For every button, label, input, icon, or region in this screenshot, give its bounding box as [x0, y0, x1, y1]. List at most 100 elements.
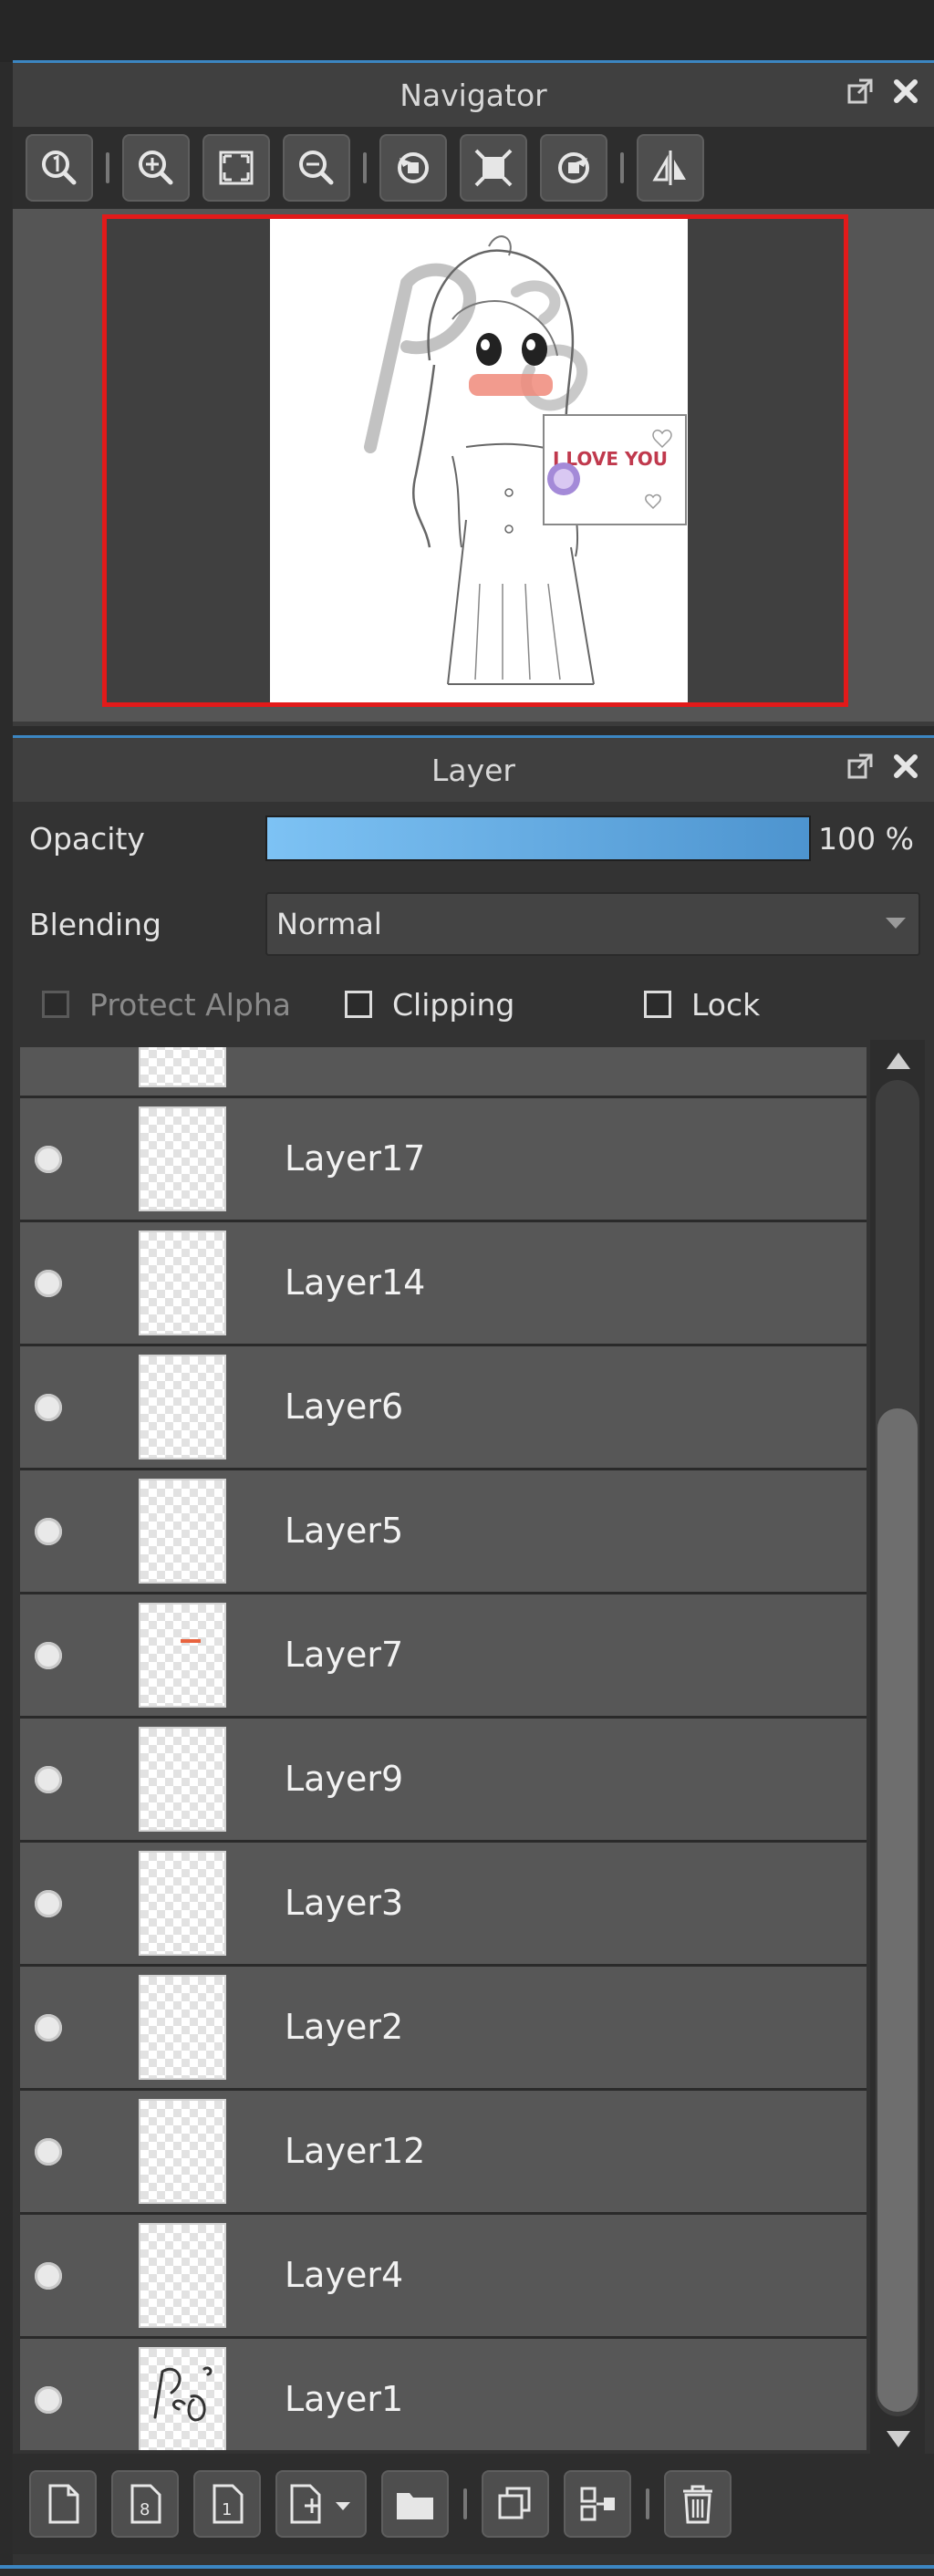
layer-row[interactable]: Layer17 — [20, 1098, 867, 1220]
separator — [620, 152, 624, 183]
layer-panel-title: Layer — [431, 752, 515, 788]
rotate-right-icon[interactable] — [540, 134, 607, 202]
clipping-checkbox[interactable] — [345, 991, 372, 1018]
layer-name: Layer4 — [285, 2255, 404, 2295]
separator — [363, 152, 367, 183]
layer-name: Layer17 — [285, 1138, 426, 1179]
fit-page-icon[interactable] — [460, 134, 527, 202]
opacity-slider[interactable] — [265, 815, 811, 861]
lock-checkbox[interactable] — [644, 991, 671, 1018]
opacity-value: 100 % — [818, 821, 914, 857]
canvas-preview: I LOVE YOU — [270, 219, 688, 702]
visibility-toggle[interactable] — [35, 1270, 62, 1297]
preview-viewport-frame[interactable]: I LOVE YOU — [102, 214, 848, 707]
layer-name: Layer2 — [285, 2007, 404, 2047]
layer-list: Layer17 Layer14 Layer6 Layer5 Layer7 Lay… — [20, 1047, 867, 2450]
close-icon[interactable] — [890, 76, 921, 107]
visibility-toggle[interactable] — [35, 1642, 62, 1669]
visibility-toggle[interactable] — [35, 1766, 62, 1793]
popout-icon[interactable] — [845, 76, 876, 107]
layer-row[interactable]: Layer6 — [20, 1346, 867, 1468]
separator — [106, 152, 109, 183]
layer-name: Layer6 — [285, 1387, 404, 1427]
layer-bottom-toolbar: 8 1 — [13, 2454, 934, 2554]
navigator-title: Navigator — [400, 77, 547, 113]
zoom-out-icon[interactable] — [283, 134, 350, 202]
layer-thumbnail — [139, 1355, 226, 1459]
layer-row[interactable]: Layer14 — [20, 1222, 867, 1344]
zoom-in-icon[interactable] — [122, 134, 190, 202]
flip-horizontal-icon[interactable] — [637, 134, 704, 202]
navigator-canvas-view[interactable]: I LOVE YOU — [13, 209, 934, 722]
fit-screen-icon[interactable] — [202, 134, 270, 202]
opacity-row: Opacity 100 % Blending Normal Protect Al… — [15, 803, 927, 1023]
visibility-toggle[interactable] — [35, 2262, 62, 2290]
layer-row[interactable]: Layer1 — [20, 2339, 867, 2450]
layer-row[interactable]: Layer5 — [20, 1470, 867, 1592]
layer-row-partial[interactable] — [20, 1047, 867, 1096]
layer-row[interactable]: Layer3 — [20, 1843, 867, 1964]
navigator-toolbar — [13, 127, 934, 209]
layer-thumbnail — [139, 2099, 226, 2204]
scroll-down-icon[interactable] — [887, 2431, 910, 2447]
scroll-thumb[interactable] — [877, 1408, 918, 2412]
layer-thumbnail — [139, 1727, 226, 1832]
blending-value: Normal — [276, 907, 382, 941]
separator — [646, 2488, 649, 2519]
layer-name: Layer7 — [285, 1635, 404, 1675]
lock-label: Lock — [691, 987, 761, 1023]
scroll-up-icon[interactable] — [887, 1053, 910, 1069]
layer-name: Layer12 — [285, 2131, 426, 2171]
opacity-label: Opacity — [29, 821, 145, 857]
layer-thumbnail — [139, 1231, 226, 1335]
layer-row[interactable]: Layer7 — [20, 1594, 867, 1716]
layer-row[interactable]: Layer4 — [20, 2215, 867, 2336]
layer-name: Layer3 — [285, 1883, 404, 1923]
visibility-toggle[interactable] — [35, 1394, 62, 1421]
popout-icon[interactable] — [845, 751, 876, 782]
blending-select[interactable]: Normal — [265, 892, 920, 956]
visibility-toggle[interactable] — [35, 1146, 62, 1173]
layer-thumbnail — [139, 1106, 226, 1211]
close-icon[interactable] — [890, 751, 921, 782]
layer-scrollbar[interactable] — [870, 1040, 925, 2458]
duplicate-icon[interactable] — [482, 2470, 549, 2538]
chevron-down-icon — [886, 918, 906, 929]
layer-row[interactable]: Layer9 — [20, 1719, 867, 1840]
folder-icon[interactable] — [381, 2470, 449, 2538]
layer-thumbnail — [139, 1851, 226, 1956]
svg-text:1: 1 — [222, 2500, 232, 2519]
visibility-toggle[interactable] — [35, 2386, 62, 2414]
layer-row[interactable]: Layer2 — [20, 1967, 867, 2088]
blending-label: Blending — [29, 907, 162, 942]
add-layer-menu-icon[interactable] — [275, 2470, 367, 2538]
layer-thumbnail — [139, 1047, 226, 1087]
layer-name: Layer9 — [285, 1759, 404, 1799]
layer-name: Layer1 — [285, 2379, 404, 2419]
bottom-accent-line — [0, 2565, 934, 2569]
layer-row[interactable]: Layer12 — [20, 2091, 867, 2212]
navigator-panel: Navigator I LOVE YOU — [13, 60, 934, 726]
visibility-toggle[interactable] — [35, 1518, 62, 1545]
protect-alpha-label: Protect Alpha — [89, 987, 291, 1023]
merge-down-icon[interactable] — [564, 2470, 631, 2538]
svg-text:8: 8 — [140, 2500, 150, 2519]
layer-name: Layer14 — [285, 1262, 426, 1303]
layer-thumbnail — [139, 2223, 226, 2328]
layer-thumbnail — [139, 1479, 226, 1584]
separator — [463, 2488, 467, 2519]
clipping-label: Clipping — [392, 987, 515, 1023]
new-layer-icon[interactable] — [29, 2470, 97, 2538]
layer-thumbnail — [139, 1603, 226, 1708]
rotate-left-icon[interactable] — [379, 134, 447, 202]
layer-titlebar: Layer — [13, 738, 934, 802]
visibility-toggle[interactable] — [35, 2014, 62, 2041]
1bit-layer-icon[interactable]: 1 — [193, 2470, 261, 2538]
visibility-toggle[interactable] — [35, 1890, 62, 1917]
protect-alpha-checkbox[interactable] — [42, 991, 69, 1018]
trash-icon[interactable] — [664, 2470, 732, 2538]
top-strip — [0, 0, 934, 62]
zoom-actual-icon[interactable] — [26, 134, 93, 202]
visibility-toggle[interactable] — [35, 2138, 62, 2166]
8bit-layer-icon[interactable]: 8 — [111, 2470, 179, 2538]
